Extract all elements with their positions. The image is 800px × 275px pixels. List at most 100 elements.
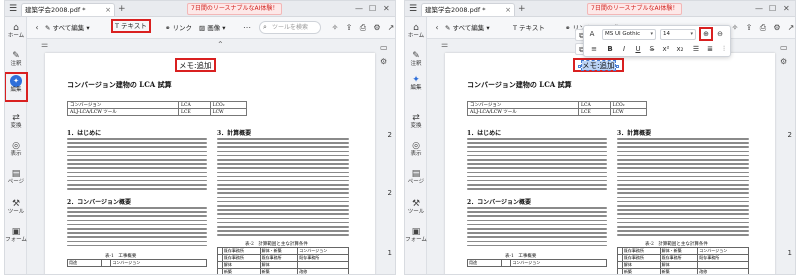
align-center-icon[interactable]: ≣ xyxy=(704,43,716,55)
pencil-icon: ✎ xyxy=(45,24,53,32)
sidebar-item-home[interactable]: ⌂ ホーム xyxy=(405,23,427,40)
upload-icon[interactable]: ⇪ xyxy=(743,21,755,35)
pencil-icon: ✎ xyxy=(445,24,453,32)
menu-icon[interactable]: ☰ xyxy=(407,3,419,15)
font-size-select[interactable]: 14 ▾ xyxy=(660,29,696,40)
italic-icon[interactable]: I xyxy=(618,43,630,55)
sidebar-item-annotate[interactable]: ✎ 注釈 xyxy=(5,51,27,68)
document-tab[interactable]: 建築学会2008.pdf * × xyxy=(21,3,115,16)
ai-icon[interactable]: ✧ xyxy=(329,21,341,35)
print-icon[interactable]: ⎙ xyxy=(357,21,369,35)
promo-banner[interactable]: 7日間のリースナブルなAI体験！ xyxy=(587,3,683,15)
page-number-label: 2 xyxy=(787,131,792,139)
strikethrough-icon[interactable]: S̶ xyxy=(646,43,658,55)
font-color-icon[interactable]: A xyxy=(586,28,598,40)
sidebar-item-form[interactable]: ▣ フォーム xyxy=(5,227,27,244)
share-icon[interactable]: ↗ xyxy=(785,21,795,35)
sidebar-item-edit[interactable]: ✦ 編集 xyxy=(405,75,427,92)
page-number-label: 1 xyxy=(387,249,392,257)
title-bar: ☰ 建築学会2008.pdf * × + 7日間のリースナブルなAI体験！ — … xyxy=(5,1,395,17)
sidebar-item-home[interactable]: ⌂ ホーム xyxy=(5,23,27,40)
settings-icon[interactable]: ⚙ xyxy=(771,21,783,35)
sidebar-item-tools[interactable]: ⚒ ツール xyxy=(405,199,427,216)
close-window-button[interactable]: ✕ xyxy=(383,3,390,15)
settings-icon[interactable]: ⚙ xyxy=(371,21,383,35)
sidebar-item-view[interactable]: ◎ 表示 xyxy=(5,141,27,158)
back-icon[interactable]: ‹ xyxy=(31,21,43,35)
convert-icon: ⇄ xyxy=(12,113,20,123)
align-icon[interactable]: ≡ xyxy=(588,43,600,55)
new-tab-button[interactable]: + xyxy=(518,3,526,15)
sidebar-item-edit[interactable]: ✦ 編集 xyxy=(5,72,28,102)
memo-annotation[interactable]: メモ:追加 xyxy=(175,58,216,72)
align-right-icon[interactable]: ⫶ xyxy=(718,43,730,55)
format-row-font: A MS UI Gothic ▾ 14 ▾ ⊕ ⊖ xyxy=(586,27,730,41)
font-family-select[interactable]: MS UI Gothic ▾ xyxy=(602,29,656,40)
home-icon: ⌂ xyxy=(413,23,419,33)
tool-search-input[interactable]: ⌕ ツールを検索 xyxy=(259,21,321,34)
minimize-button[interactable]: — xyxy=(755,3,763,15)
sidebar-item-convert[interactable]: ⇄ 変換 xyxy=(5,113,27,130)
page-number-label: 2 xyxy=(387,189,392,197)
text-tool-button[interactable]: T テキスト xyxy=(513,21,545,35)
section-heading-2: 2．コンバージョン概要 xyxy=(467,199,532,206)
back-icon[interactable]: ‹ xyxy=(431,21,443,35)
table-2: 既存事務所 解体・新築 コンバージョン 既存事務所 既存事務所 既存事務所 解体 解体 新… xyxy=(217,247,349,274)
resize-handle[interactable] xyxy=(578,64,581,68)
section-heading-2: 2．コンバージョン概要 xyxy=(67,199,132,206)
sidebar-item-view[interactable]: ◎ 表示 xyxy=(405,141,427,158)
sidebar-item-page[interactable]: ▤ ページ xyxy=(5,169,27,186)
print-icon[interactable]: ⎙ xyxy=(757,21,769,35)
pen-icon: ✎ xyxy=(412,51,420,61)
new-tab-button[interactable]: + xyxy=(118,3,126,15)
document-tab[interactable]: 建築学会2008.pdf * × xyxy=(421,3,515,16)
close-tab-icon[interactable]: × xyxy=(505,4,511,16)
image-tool-button[interactable]: ▨ 画像 ▾ xyxy=(199,21,226,35)
more-icon[interactable]: ⋯ xyxy=(241,21,253,35)
up-chevron-icon[interactable]: ⌃ xyxy=(217,40,224,49)
sliders-icon[interactable]: ⚌ xyxy=(441,40,448,49)
sliders-icon[interactable]: ⚌ xyxy=(41,40,48,49)
share-icon[interactable]: ↗ xyxy=(385,21,395,35)
gear-icon[interactable]: ⚙ xyxy=(780,57,787,67)
subscript-icon[interactable]: x₂ xyxy=(674,43,686,55)
sidebar-item-annotate[interactable]: ✎ 注釈 xyxy=(405,51,427,68)
edit-all-button[interactable]: ✎ すべて編集 ▾ xyxy=(445,21,490,35)
maximize-button[interactable]: ☐ xyxy=(769,3,776,15)
sidebar-item-form[interactable]: ▣ フォーム xyxy=(405,227,427,244)
maximize-button[interactable]: ☐ xyxy=(369,3,376,15)
title-bar: ☰ 建築学会2008.pdf * × + 7日間のリースナブルなAI体験！ — … xyxy=(405,1,795,17)
edit-toolbar: ‹ ✎ すべて編集 ▾ T テキスト ⚭ リンク ▨ 画像 ▾ ⋯ ⌕ ツールを… xyxy=(27,17,395,39)
close-window-button[interactable]: ✕ xyxy=(783,3,790,15)
sidebar-item-page[interactable]: ▤ ページ xyxy=(405,169,427,186)
decrease-size-icon[interactable]: ⊖ xyxy=(714,28,726,40)
paragraph-left xyxy=(467,138,607,192)
align-left-icon[interactable]: ☰ xyxy=(690,43,702,55)
text-tool-button[interactable]: T テキスト xyxy=(111,19,151,33)
sidebar-item-tools[interactable]: ⚒ ツール xyxy=(5,199,27,216)
sidebar-item-convert[interactable]: ⇄ 変換 xyxy=(405,113,427,130)
gear-icon[interactable]: ⚙ xyxy=(380,57,387,67)
menu-icon[interactable]: ☰ xyxy=(7,3,19,15)
superscript-icon[interactable]: x² xyxy=(660,43,672,55)
close-tab-icon[interactable]: × xyxy=(105,4,111,16)
promo-banner[interactable]: 7日間のリースナブルなAI体験！ xyxy=(187,3,283,15)
edit-all-button[interactable]: ✎ すべて編集 ▾ xyxy=(45,21,90,35)
edit-icon: ✦ xyxy=(412,75,420,85)
increase-size-icon[interactable]: ⊕ xyxy=(699,27,713,41)
keywords-table: コンバージョン LCA LCO₂ ALJ-LCA/LCW ツール LCE LCW xyxy=(466,101,648,116)
tools-icon: ⚒ xyxy=(11,199,21,209)
bold-icon[interactable]: B xyxy=(604,43,616,55)
memo-annotation-selected[interactable]: メモ:追加 xyxy=(573,58,624,72)
minimize-button[interactable]: — xyxy=(355,3,363,15)
panel-icon[interactable]: ▭ xyxy=(780,43,788,53)
resize-handle[interactable] xyxy=(615,64,619,68)
panel-icon[interactable]: ▭ xyxy=(380,43,388,53)
paragraph-left-2 xyxy=(467,207,607,249)
link-tool-button[interactable]: ⚭ リンク xyxy=(165,21,192,35)
link-icon: ⚭ xyxy=(565,24,573,32)
text-format-panel: A MS UI Gothic ▾ 14 ▾ ⊕ ⊖ ≡ B I U S̶ x² x₂… xyxy=(583,25,731,57)
upload-icon[interactable]: ⇪ xyxy=(343,21,355,35)
page-number-label: 1 xyxy=(787,249,792,257)
underline-icon[interactable]: U xyxy=(632,43,644,55)
